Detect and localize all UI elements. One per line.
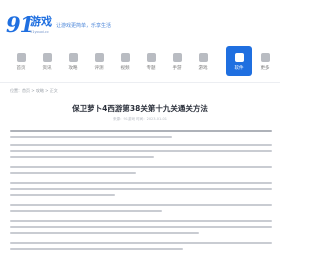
nav-item-more[interactable]: 更多 [252, 46, 278, 76]
more-icon [260, 53, 270, 62]
nav-item-game[interactable]: 游戏 [190, 46, 216, 76]
article-meta: 来源：91游戏 时间：2023-01-01 [113, 117, 167, 121]
nav-item-label: 资讯 [42, 66, 52, 71]
nav-item-label: 专题 [146, 66, 156, 71]
article-paragraph [10, 130, 272, 142]
article-title: 保卫萝卜4西游第38关第十九关通关方法 [72, 104, 208, 113]
article-paragraph [10, 182, 272, 200]
game-icon [198, 53, 208, 62]
nav-item-label: 游戏 [198, 66, 208, 71]
site-logo-word[interactable]: 游戏 [30, 16, 52, 28]
home-icon [16, 53, 26, 62]
guide-icon [68, 53, 78, 62]
nav-divider [0, 82, 280, 83]
nav-item-label: 视频 [120, 66, 130, 71]
article-paragraph [10, 204, 272, 216]
nav-item-guide[interactable]: 攻略 [60, 46, 86, 76]
site-tagline: 让游戏更简单，乐享生活 [56, 23, 112, 29]
nav-item-label: 首页 [16, 66, 26, 71]
page: 91 游戏 91youxi.cc 让游戏更简单，乐享生活 首页 资讯 攻略 评测… [0, 0, 280, 260]
nav-item-topic[interactable]: 专题 [138, 46, 164, 76]
video-icon [120, 53, 130, 62]
article-paragraph [10, 220, 272, 238]
nav-item-label: 软件 [234, 66, 244, 71]
mobile-game-icon [172, 53, 182, 62]
site-header: 91 游戏 91youxi.cc 让游戏更简单，乐享生活 [0, 0, 280, 40]
nav-item-news[interactable]: 资讯 [34, 46, 60, 76]
nav-item-review[interactable]: 评测 [86, 46, 112, 76]
breadcrumb[interactable]: 位置：首页 > 攻略 > 正文 [10, 88, 58, 93]
nav-item-home[interactable]: 首页 [8, 46, 34, 76]
topic-icon [146, 53, 156, 62]
nav-item-label: 更多 [260, 66, 270, 71]
nav-item-video[interactable]: 视频 [112, 46, 138, 76]
news-icon [42, 53, 52, 62]
review-icon [94, 53, 104, 62]
nav-item-label: 评测 [94, 66, 104, 71]
article-paragraph [10, 166, 272, 178]
site-logo-subtitle: 91youxi.cc [30, 30, 49, 34]
nav-item-label: 攻略 [68, 66, 78, 71]
nav-item-label: 手游 [172, 66, 182, 71]
nav-item-mobile-game[interactable]: 手游 [164, 46, 190, 76]
nav-item-app[interactable]: 软件 [226, 46, 252, 76]
main-nav: 首页 资讯 攻略 评测 视频 专题 手游 游戏 软件 更多 [0, 46, 280, 80]
article-paragraph [10, 144, 272, 162]
app-icon [234, 53, 244, 62]
article-paragraph [10, 242, 272, 254]
